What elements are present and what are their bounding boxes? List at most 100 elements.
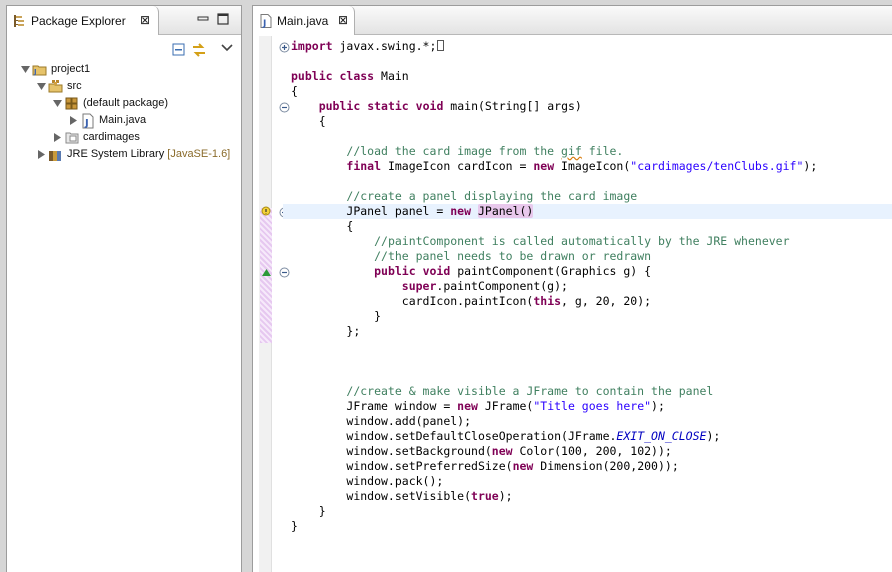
quick-fix-warning-icon[interactable] bbox=[261, 206, 272, 217]
expanded-arrow-icon[interactable] bbox=[53, 99, 62, 108]
occurrence-highlight[interactable]: JPanel() bbox=[477, 204, 534, 218]
code-text: ); bbox=[706, 429, 721, 443]
code-line: final ImageIcon cardIcon = new ImageIcon… bbox=[291, 159, 892, 174]
fold-expand-icon[interactable] bbox=[279, 42, 290, 53]
minimize-icon[interactable] bbox=[197, 13, 209, 25]
code-text: .paintComponent(g); bbox=[436, 279, 568, 293]
keyword: public bbox=[291, 69, 333, 83]
jre-label: JRE System Library bbox=[67, 148, 165, 160]
view-menu-icon[interactable] bbox=[219, 40, 235, 56]
keyword: new bbox=[450, 204, 472, 218]
collapse-all-icon[interactable] bbox=[171, 42, 187, 58]
fold-collapse-icon[interactable] bbox=[279, 267, 290, 278]
code-line: public static void main(String[] args) bbox=[291, 99, 892, 114]
svg-text:J: J bbox=[84, 118, 89, 129]
static-field: EXIT_ON_CLOSE bbox=[616, 429, 707, 443]
folded-imports-indicator[interactable] bbox=[437, 40, 445, 51]
source-folder-icon bbox=[48, 80, 63, 93]
comment-text: file. bbox=[581, 144, 624, 158]
code-line: window.setBackground(new Color(100, 200,… bbox=[291, 444, 892, 459]
code-line: window.pack(); bbox=[291, 474, 892, 489]
java-project-icon: J bbox=[32, 65, 47, 76]
keyword: new bbox=[512, 459, 534, 473]
code-line: JFrame window = new JFrame("Title goes h… bbox=[291, 399, 892, 414]
code-line: { bbox=[291, 219, 892, 234]
package-icon bbox=[65, 97, 78, 110]
collapsed-arrow-icon[interactable] bbox=[53, 133, 62, 142]
keyword: final bbox=[346, 159, 382, 173]
folder-icon bbox=[65, 132, 79, 144]
package-explorer-tab[interactable]: Package Explorer ⊠ bbox=[7, 6, 159, 35]
code-text: JFrame( bbox=[477, 399, 534, 413]
comment: //create & make visible a JFrame to cont… bbox=[346, 384, 714, 398]
keyword: public bbox=[374, 264, 416, 278]
code-text: , g, 20, 20); bbox=[561, 294, 652, 308]
maximize-icon[interactable] bbox=[217, 13, 229, 25]
code-line: //the panel needs to be drawn or redrawn bbox=[291, 249, 892, 264]
string-literal: "cardimages/tenClubs.gif" bbox=[630, 159, 804, 173]
jre-version-decoration: [JavaSE-1.6] bbox=[167, 148, 231, 160]
spelling-warning[interactable]: gif bbox=[561, 144, 582, 158]
code-text: ImageIcon cardIcon = bbox=[381, 159, 534, 173]
code-text: window.pack(); bbox=[346, 474, 444, 488]
code-text: window.setPreferredSize( bbox=[346, 459, 513, 473]
comment: //create a panel displaying the card ima… bbox=[346, 189, 638, 203]
code-text: window.setVisible( bbox=[346, 489, 472, 503]
code-line: { bbox=[291, 84, 892, 99]
java-editor: J Main.java ⊠ import javax.swing.*; publ… bbox=[252, 5, 892, 572]
keyword: this bbox=[533, 294, 562, 308]
code-text: } bbox=[374, 309, 382, 323]
tree-item-label: JRE System Library [JavaSE-1.6] bbox=[67, 146, 230, 163]
code-text: ); bbox=[651, 399, 665, 413]
code-text: JPanel panel = bbox=[346, 204, 451, 218]
package-explorer-tab-label: Package Explorer bbox=[31, 14, 126, 28]
code-line: public class Main bbox=[291, 69, 892, 84]
code-text: ); bbox=[498, 489, 513, 503]
code-text: javax.swing.*; bbox=[332, 39, 437, 53]
svg-text:J: J bbox=[262, 19, 266, 28]
tree-item-label: Main.java bbox=[99, 114, 147, 126]
code-text: Color(100, 200, 102)); bbox=[512, 444, 672, 458]
link-with-editor-icon[interactable] bbox=[191, 42, 207, 58]
code-line: } bbox=[291, 519, 892, 534]
svg-text:J: J bbox=[33, 68, 37, 76]
override-marker-icon[interactable] bbox=[261, 267, 272, 278]
comment-text: //load the card image from the bbox=[346, 144, 562, 158]
expanded-arrow-icon[interactable] bbox=[21, 65, 30, 74]
package-explorer-view: Package Explorer ⊠ J project1 src (defau… bbox=[6, 5, 242, 572]
tree-item-label: project1 bbox=[51, 63, 91, 75]
java-file-icon: J bbox=[82, 113, 94, 129]
code-line: import javax.swing.*; bbox=[291, 39, 892, 54]
close-icon[interactable]: ⊠ bbox=[338, 14, 348, 27]
code-line: cardIcon.paintIcon(this, g, 20, 20); bbox=[291, 294, 892, 309]
comment: //load the card image from the gif file. bbox=[346, 144, 623, 158]
code-text: paintComponent(Graphics g) { bbox=[450, 264, 652, 278]
code-text: { bbox=[318, 114, 326, 128]
code-text: ); bbox=[803, 159, 818, 173]
editor-tab-main-java[interactable]: J Main.java ⊠ bbox=[253, 6, 355, 35]
keyword: public bbox=[318, 99, 361, 113]
expanded-arrow-icon[interactable] bbox=[37, 82, 46, 91]
tree-item-label: (default package) bbox=[83, 97, 168, 109]
code-text: cardIcon.paintIcon( bbox=[401, 294, 534, 308]
keyword: new bbox=[491, 444, 513, 458]
code-line: window.setDefaultCloseOperation(JFrame.E… bbox=[291, 429, 892, 444]
keyword: void bbox=[415, 99, 444, 113]
code-text: window.add(panel); bbox=[346, 414, 472, 428]
current-code-line: JPanel panel = new JPanel() bbox=[283, 204, 892, 219]
comment: //paintComponent is called automatically… bbox=[374, 234, 790, 248]
code-area[interactable]: import javax.swing.*; public class Main … bbox=[283, 36, 892, 572]
comment: //the panel needs to be drawn or redrawn bbox=[374, 249, 652, 263]
code-text: ImageIcon( bbox=[554, 159, 631, 173]
code-line: public void paintComponent(Graphics g) { bbox=[291, 264, 892, 279]
package-explorer-icon bbox=[14, 15, 24, 27]
code-line: }; bbox=[291, 324, 892, 339]
code-line: window.setPreferredSize(new Dimension(20… bbox=[291, 459, 892, 474]
keyword: true bbox=[471, 489, 499, 503]
package-explorer-tabbar: Package Explorer ⊠ bbox=[7, 6, 241, 35]
keyword: class bbox=[339, 69, 375, 83]
collapsed-arrow-icon[interactable] bbox=[69, 116, 78, 125]
collapsed-arrow-icon[interactable] bbox=[37, 150, 46, 159]
close-icon[interactable]: ⊠ bbox=[140, 14, 150, 27]
fold-collapse-icon[interactable] bbox=[279, 102, 290, 113]
